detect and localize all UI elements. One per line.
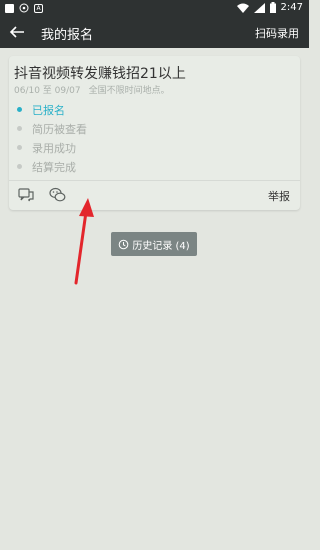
step-hired: 录用成功 <box>17 138 87 157</box>
back-arrow-icon[interactable] <box>8 23 26 41</box>
step-label: 录用成功 <box>32 141 76 155</box>
page-title: 我的报名 <box>41 28 94 43</box>
app-bar: 我的报名 扫码录用 <box>0 16 309 48</box>
scan-hire-button[interactable]: 扫码录用 <box>255 25 299 41</box>
step-dot <box>17 164 22 169</box>
job-location: 全国不限时间地点。 <box>88 86 170 96</box>
history-icon <box>119 239 129 249</box>
notification-square-icon <box>5 3 14 13</box>
report-button[interactable]: 举报 <box>268 188 290 204</box>
job-meta: 06/10 至 09/07 全国不限时间地点。 <box>14 83 170 96</box>
messenger-icon <box>19 3 29 13</box>
step-label: 结算完成 <box>32 160 76 174</box>
step-dot <box>17 126 22 131</box>
step-label: 已报名 <box>32 103 65 117</box>
step-resume-viewed: 简历被查看 <box>17 119 87 138</box>
job-card[interactable]: 抖音视频转发赚钱招21以上 06/10 至 09/07 全国不限时间地点。 已报名… <box>9 56 300 210</box>
signal-icon <box>253 2 265 13</box>
chat-icon[interactable] <box>18 187 34 203</box>
step-registered: 已报名 <box>17 100 87 119</box>
wifi-icon <box>236 3 249 13</box>
job-title: 抖音视频转发赚钱招21以上 <box>14 66 186 82</box>
step-dot <box>17 107 22 112</box>
status-time: 2:47 <box>280 2 303 13</box>
wechat-icon[interactable] <box>49 187 66 203</box>
card-divider <box>9 180 300 181</box>
progress-steps: 已报名 简历被查看 录用成功 结算完成 <box>17 100 87 176</box>
battery-icon <box>269 2 276 13</box>
step-dot <box>17 145 22 150</box>
step-settled: 结算完成 <box>17 157 87 176</box>
history-button[interactable]: 历史记录 (4) <box>111 232 197 256</box>
job-date-range: 06/10 至 09/07 <box>14 86 81 96</box>
status-bar: A 2:47 <box>0 0 309 16</box>
history-label: 历史记录 (4) <box>132 240 190 252</box>
step-label: 简历被查看 <box>32 122 87 136</box>
a-icon: A <box>34 3 43 13</box>
